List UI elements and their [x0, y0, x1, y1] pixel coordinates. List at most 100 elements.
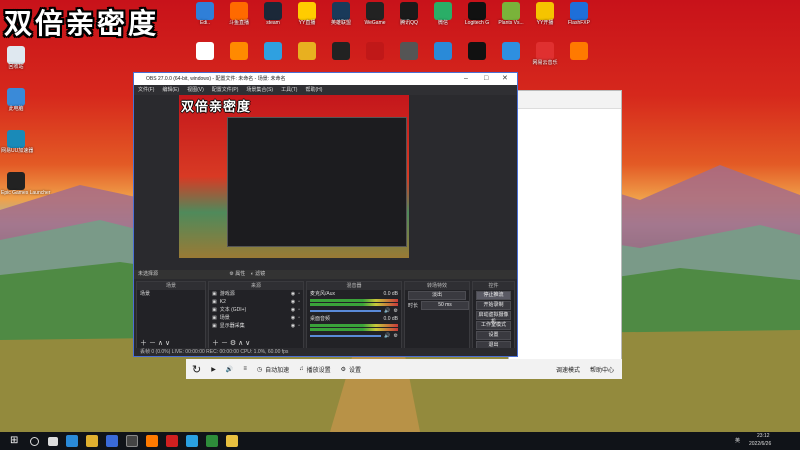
- transition-select[interactable]: 淡出: [408, 291, 466, 300]
- search-icon[interactable]: [30, 437, 39, 446]
- menu-item[interactable]: 编辑(E): [162, 85, 179, 95]
- desktop-icon[interactable]: Edi..: [190, 2, 220, 26]
- store-icon[interactable]: [106, 435, 118, 447]
- control-button[interactable]: 设置: [476, 331, 511, 340]
- desktop-icon[interactable]: 斗鱼直播: [224, 2, 254, 26]
- ime-indicator[interactable]: 英: [735, 437, 740, 446]
- desktop-icon[interactable]: 英雄联盟: [326, 2, 356, 26]
- auto-speed-item[interactable]: ◷ 自动加速: [257, 365, 289, 374]
- source-item[interactable]: ▣ 文本 (GDI+) ◉ ▫: [209, 306, 303, 314]
- desktop-icon[interactable]: 网易UU加速器: [1, 130, 33, 154]
- source-item[interactable]: ▣ 显示器采集 ◉ ▫: [209, 322, 303, 330]
- desktop-icon[interactable]: 回收站: [1, 46, 31, 70]
- desktop-icon[interactable]: 微信: [428, 2, 458, 26]
- control-button[interactable]: 启动虚拟摄像机: [476, 311, 511, 325]
- desktop-icon[interactable]: [360, 42, 390, 60]
- menu-item[interactable]: 工具(T): [281, 85, 297, 95]
- speaker-icon[interactable]: 🔊: [384, 332, 390, 340]
- visibility-eye-icon[interactable]: ◉: [291, 314, 295, 322]
- properties-button[interactable]: 属性: [235, 271, 245, 277]
- minimize-icon[interactable]: –: [464, 73, 468, 85]
- lock-icon[interactable]: ▫: [298, 290, 300, 298]
- lock-icon[interactable]: ▫: [298, 306, 300, 314]
- maximize-icon[interactable]: □: [484, 73, 488, 85]
- desktop-icon[interactable]: 此电脑: [1, 88, 31, 112]
- desktop-icon[interactable]: [428, 42, 458, 60]
- swirl-icon[interactable]: ↻: [192, 363, 201, 376]
- equalizer-icon[interactable]: ≡: [243, 366, 247, 372]
- menu-item[interactable]: 视图(V): [187, 85, 204, 95]
- desktop-icon[interactable]: WeGame: [360, 2, 390, 26]
- edge-icon[interactable]: [66, 435, 78, 447]
- desktop-icon[interactable]: Epic Games Launcher: [1, 172, 50, 196]
- desktop-icon[interactable]: [258, 42, 288, 60]
- settings-item[interactable]: ⚙ 设置: [341, 365, 361, 374]
- volume-icon[interactable]: 🔊: [226, 366, 233, 373]
- browser-window[interactable]: [508, 90, 622, 362]
- obs-window[interactable]: OBS 27.0.0 (64-bit, windows) - 配置文件: 未命名…: [133, 72, 518, 357]
- lock-icon[interactable]: ▫: [298, 322, 300, 330]
- menu-item[interactable]: 文件(F): [138, 85, 154, 95]
- source-item[interactable]: ▣ 场景 ◉ ▫: [209, 314, 303, 322]
- control-button[interactable]: 工作室模式: [476, 321, 511, 330]
- chrome-taskbar-icon[interactable]: [206, 435, 218, 447]
- visibility-eye-icon[interactable]: ◉: [291, 290, 295, 298]
- volume-slider-row[interactable]: 🔊 ⚙: [307, 332, 401, 340]
- play-icon[interactable]: ▶: [211, 366, 216, 373]
- source-controls[interactable]: ＋ － ⚙ ∧ ∨: [209, 340, 250, 348]
- visibility-eye-icon[interactable]: ◉: [291, 298, 295, 306]
- source-item[interactable]: ▣ K2 ◉ ▫: [209, 298, 303, 306]
- scene-item[interactable]: 场景: [137, 290, 205, 298]
- desktop-icon[interactable]: [394, 42, 424, 60]
- desktop-icon[interactable]: [190, 42, 220, 60]
- windows-start-icon[interactable]: ⊞: [10, 435, 22, 447]
- volume-slider[interactable]: [310, 310, 382, 312]
- menu-item[interactable]: 配置文件(P): [212, 85, 239, 95]
- app-taskbar-icon[interactable]: [146, 435, 158, 447]
- duration-input[interactable]: 50 ms: [421, 301, 469, 310]
- yy-taskbar-icon[interactable]: [226, 435, 238, 447]
- desktop-icon[interactable]: steam: [258, 2, 288, 26]
- control-button[interactable]: 停止推流: [476, 291, 511, 300]
- play-settings-item[interactable]: ♫ 播放设置: [299, 365, 331, 374]
- desktop-icon[interactable]: 网易云音乐: [530, 42, 560, 66]
- desktop-icon[interactable]: [564, 42, 594, 60]
- control-button[interactable]: 开始录制: [476, 301, 511, 310]
- desktop-icon[interactable]: YY直播: [292, 2, 322, 26]
- scene-controls[interactable]: ＋ － ∧ ∨: [137, 340, 170, 348]
- desktop-icon[interactable]: FlashFXP: [564, 2, 594, 26]
- desktop-icon[interactable]: [224, 42, 254, 60]
- desktop-icon[interactable]: Plants Vs...: [496, 2, 526, 26]
- visibility-eye-icon[interactable]: ◉: [291, 306, 295, 314]
- volume-slider-row[interactable]: 🔊 ⚙: [307, 307, 401, 315]
- volume-slider[interactable]: [310, 335, 382, 337]
- netease-taskbar-icon[interactable]: [166, 435, 178, 447]
- source-item[interactable]: ▣ 游戏源 ◉ ▫: [209, 290, 303, 298]
- desktop-icon[interactable]: YY开播: [530, 2, 560, 26]
- obs-preview[interactable]: 双倍亲密度: [179, 95, 409, 258]
- filters-button[interactable]: 滤镜: [255, 271, 265, 277]
- desktop-icon[interactable]: [496, 42, 526, 60]
- gear-icon[interactable]: ⚙: [229, 271, 233, 277]
- close-icon[interactable]: ✕: [502, 73, 508, 85]
- lock-icon[interactable]: ▫: [298, 298, 300, 306]
- file-explorer-icon[interactable]: [86, 435, 98, 447]
- gear-icon[interactable]: ⚙: [394, 332, 398, 340]
- menu-item[interactable]: 场景集合(S): [246, 85, 273, 95]
- clock-date[interactable]: 2022/6/26: [749, 440, 771, 449]
- menu-item[interactable]: 帮助(H): [305, 85, 322, 95]
- lock-icon[interactable]: ▫: [298, 314, 300, 322]
- help-center-item[interactable]: 帮助中心: [590, 365, 614, 374]
- desktop-icon[interactable]: Logitech G: [462, 2, 492, 26]
- task-view-icon[interactable]: [48, 437, 58, 446]
- speed-mode-item[interactable]: 调速模式: [556, 365, 580, 374]
- k-app-taskbar-icon[interactable]: [186, 435, 198, 447]
- obs-taskbar-icon[interactable]: [126, 435, 138, 447]
- desktop-icon[interactable]: [326, 42, 356, 60]
- desktop-icon[interactable]: [462, 42, 492, 60]
- desktop-icon[interactable]: [292, 42, 322, 60]
- browser-toolbar[interactable]: [509, 91, 621, 109]
- gear-icon[interactable]: ⚙: [394, 307, 398, 315]
- obs-titlebar[interactable]: OBS 27.0.0 (64-bit, windows) - 配置文件: 未命名…: [134, 73, 517, 85]
- visibility-eye-icon[interactable]: ◉: [291, 322, 295, 330]
